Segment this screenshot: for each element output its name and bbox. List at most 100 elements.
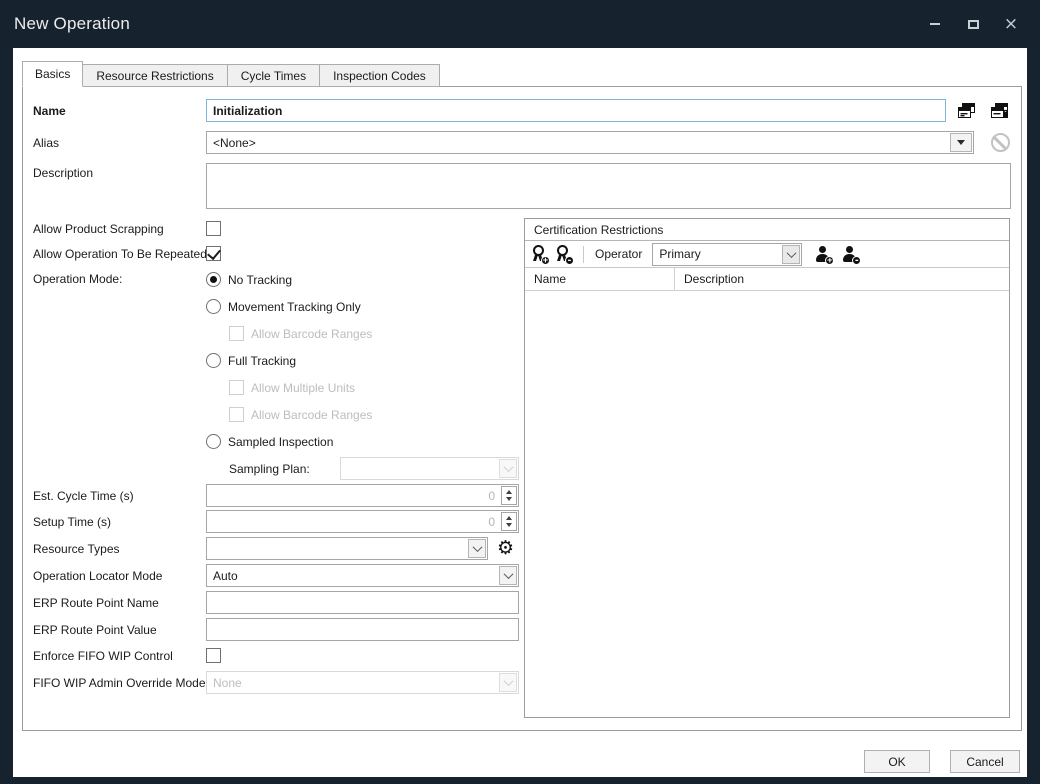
tab-resource-restrictions[interactable]: Resource Restrictions <box>82 64 228 87</box>
description-row: Description <box>33 163 1021 209</box>
maximize-button[interactable] <box>966 17 980 31</box>
est-cycle-time-spin-buttons[interactable] <box>501 486 517 505</box>
radio-sampled-inspection[interactable]: Sampled Inspection <box>206 428 519 455</box>
alias-value: <None> <box>213 135 256 150</box>
operation-locator-label: Operation Locator Mode <box>33 568 163 583</box>
no-tracking-radio[interactable] <box>206 272 221 287</box>
full-tracking-radio[interactable] <box>206 353 221 368</box>
spin-up-icon[interactable] <box>506 516 512 520</box>
tab-basics[interactable]: Basics <box>22 61 84 87</box>
certification-table-body[interactable] <box>525 291 1009 717</box>
operation-locator-combobox[interactable]: Auto <box>206 564 519 587</box>
operation-locator-dropdown-button[interactable] <box>499 566 517 585</box>
toolbar-separator <box>583 245 584 263</box>
clear-alias-icon <box>991 133 1010 152</box>
window-controls: × <box>928 14 1026 34</box>
name-label: Name <box>33 103 66 118</box>
operation-locator-value: Auto <box>213 568 238 583</box>
close-icon: × <box>1003 14 1019 34</box>
name-input[interactable] <box>206 99 946 122</box>
sampling-plan-label: Sampling Plan: <box>229 461 310 476</box>
close-button[interactable]: × <box>1003 14 1019 34</box>
remove-certification-icon[interactable]: - <box>555 245 574 266</box>
tab-inspection-codes[interactable]: Inspection Codes <box>319 64 440 87</box>
alias-combobox[interactable]: <None> <box>206 131 974 154</box>
basics-tab-page: Name Initialization Alias <None> Descrip… <box>22 86 1022 731</box>
certification-restrictions-panel: Certification Restrictions + - Operator … <box>524 218 1010 718</box>
sampled-inspection-label: Sampled Inspection <box>228 434 334 449</box>
movement-allow-barcode-row: Allow Barcode Ranges <box>229 320 519 347</box>
certification-table-header: Name Description <box>525 268 1009 291</box>
chevron-down-icon <box>957 140 965 145</box>
maximize-icon <box>967 19 979 29</box>
description-input[interactable] <box>206 163 1011 209</box>
movement-allow-barcode-label: Allow Barcode Ranges <box>251 326 373 341</box>
add-certification-icon[interactable]: + <box>531 245 550 266</box>
spin-down-icon[interactable] <box>506 523 512 527</box>
spin-up-icon[interactable] <box>506 490 512 494</box>
sampling-plan-dropdown-button <box>499 459 517 478</box>
full-allow-barcode-label: Allow Barcode Ranges <box>251 407 373 422</box>
alias-dropdown-button[interactable] <box>950 133 972 152</box>
movement-allow-barcode-checkbox <box>229 326 244 341</box>
movement-tracking-label: Movement Tracking Only <box>228 299 361 314</box>
alias-label: Alias <box>33 135 60 150</box>
ok-button[interactable]: OK <box>864 750 930 773</box>
radio-full-tracking[interactable]: Full Tracking <box>206 347 519 374</box>
resource-types-dropdown-button[interactable] <box>468 539 486 558</box>
enforce-fifo-checkbox[interactable] <box>206 648 221 663</box>
resource-types-label: Resource Types <box>33 541 120 556</box>
dialog-content: Basics Resource Restrictions Cycle Times… <box>13 48 1027 777</box>
allow-product-scrapping-label: Allow Product Scrapping <box>33 221 164 236</box>
full-allow-multiple-units-row: Allow Multiple Units <box>229 374 519 401</box>
minimize-button[interactable] <box>928 17 942 31</box>
erp-route-point-value-label: ERP Route Point Value <box>33 622 157 637</box>
add-operator-icon[interactable]: + <box>815 245 835 265</box>
name-row: Name <box>33 99 1021 122</box>
sampled-inspection-radio[interactable] <box>206 434 221 449</box>
allow-operation-repeated-checkbox[interactable] <box>206 246 221 261</box>
remove-operator-icon[interactable]: - <box>842 245 862 265</box>
cancel-button[interactable]: Cancel <box>950 750 1020 773</box>
tab-cycle-times[interactable]: Cycle Times <box>226 64 321 87</box>
erp-route-point-name-input[interactable] <box>206 591 519 614</box>
chevron-down-icon <box>503 676 513 687</box>
setup-time-spin-buttons[interactable] <box>501 512 517 531</box>
localized-text-icon[interactable] <box>957 102 976 119</box>
resource-types-settings-gear-icon[interactable]: ⚙ <box>497 539 514 558</box>
full-allow-barcode-row: Allow Barcode Ranges <box>229 401 519 428</box>
column-header-name[interactable]: Name <box>525 268 675 290</box>
sampling-plan-row: Sampling Plan: <box>229 455 519 482</box>
setup-time-value: 0 <box>488 514 495 529</box>
chevron-down-icon <box>472 542 482 553</box>
full-allow-barcode-checkbox <box>229 407 244 422</box>
column-header-description[interactable]: Description <box>675 268 1009 290</box>
spin-down-icon[interactable] <box>506 497 512 501</box>
setup-time-spinner[interactable]: 0 <box>206 510 519 533</box>
certification-toolbar: + - Operator Primary + - <box>525 241 1009 268</box>
minimize-icon <box>930 23 940 25</box>
allow-operation-repeated-label: Allow Operation To Be Repeated <box>33 246 207 261</box>
fifo-admin-override-label: FIFO WIP Admin Override Mode <box>33 675 206 690</box>
full-tracking-label: Full Tracking <box>228 353 297 368</box>
sampling-plan-value <box>341 458 498 479</box>
allow-product-scrapping-checkbox[interactable] <box>206 221 221 236</box>
description-label: Description <box>33 166 94 180</box>
est-cycle-time-value: 0 <box>488 488 495 503</box>
fifo-admin-override-combobox: None <box>206 671 519 694</box>
erp-route-point-value-input[interactable] <box>206 618 519 641</box>
chevron-down-icon <box>503 462 513 473</box>
fifo-admin-override-value: None <box>213 675 242 690</box>
radio-movement-tracking[interactable]: Movement Tracking Only <box>206 293 519 320</box>
resource-types-combobox[interactable] <box>206 537 488 560</box>
est-cycle-time-spinner[interactable]: 0 <box>206 484 519 507</box>
setup-time-label: Setup Time (s) <box>33 514 112 529</box>
operator-dropdown-button[interactable] <box>782 244 801 264</box>
radio-no-tracking[interactable]: No Tracking <box>206 266 519 293</box>
full-allow-multiple-units-checkbox <box>229 380 244 395</box>
operator-value: Primary <box>659 247 701 261</box>
operator-combobox[interactable]: Primary <box>652 242 803 266</box>
localized-text-edit-icon[interactable] <box>990 102 1009 119</box>
movement-tracking-radio[interactable] <box>206 299 221 314</box>
sampling-plan-combobox <box>340 457 519 480</box>
